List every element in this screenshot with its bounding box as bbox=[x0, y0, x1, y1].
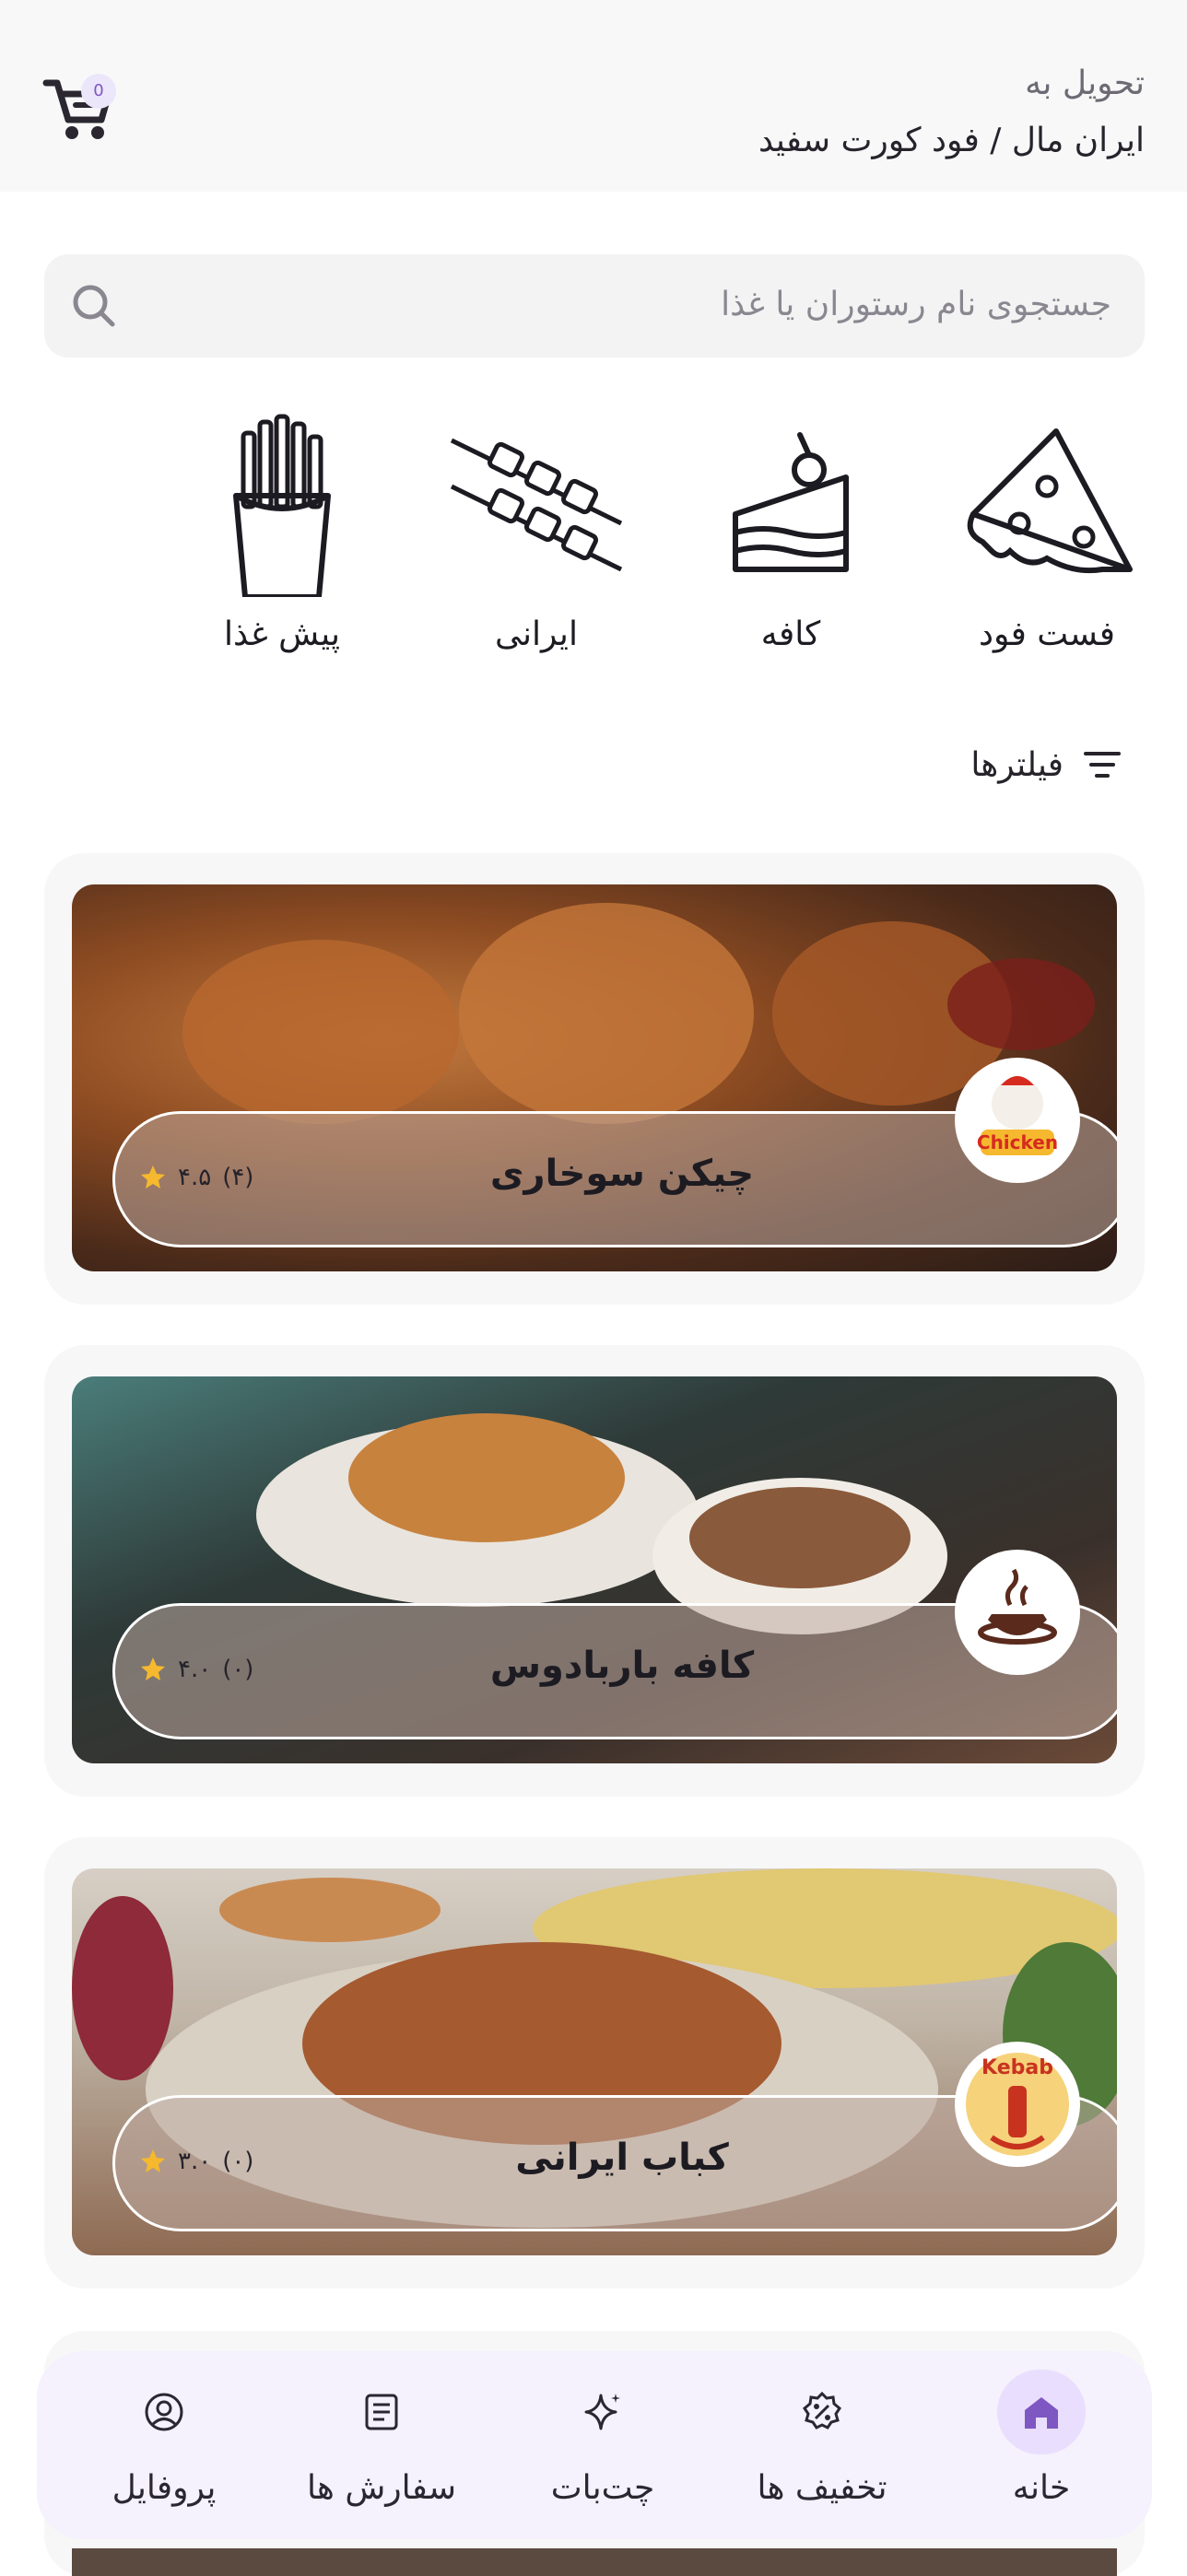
delivery-address[interactable]: ایران مال / فود کورت سفید bbox=[758, 122, 1145, 159]
cake-slice-icon bbox=[733, 432, 849, 572]
rating-value: ۳.۰ bbox=[178, 2148, 212, 2175]
filters-button[interactable]: فیلترها bbox=[970, 737, 1122, 792]
restaurant-card[interactable]: کافه باربادوس ۴.۰ (۰) bbox=[44, 1345, 1145, 1797]
category-label: ایرانی bbox=[495, 615, 578, 653]
deliver-to-label: تحویل به bbox=[1025, 64, 1145, 102]
restaurant-logo-text: Kebab bbox=[981, 2056, 1053, 2079]
category-fastfood[interactable]: فست فود bbox=[936, 413, 1158, 680]
rating: ۳.۰ (۰) bbox=[139, 2148, 253, 2175]
filter-icon bbox=[1084, 752, 1121, 778]
rating-count: (۴) bbox=[222, 1164, 254, 1191]
cart-count-badge: 0 bbox=[81, 74, 116, 109]
restaurant-photo: کباب ایرانی ۳.۰ (۰) Kebab bbox=[72, 1868, 1117, 2255]
restaurant-photo: کافه باربادوس ۴.۰ (۰) bbox=[72, 1376, 1117, 1763]
nav-label: سفارش ها bbox=[306, 2469, 457, 2507]
home-icon bbox=[1025, 2397, 1058, 2429]
home-icon-highlight bbox=[997, 2370, 1086, 2454]
search-icon[interactable] bbox=[68, 280, 120, 332]
rating-value: ۴.۵ bbox=[178, 1164, 212, 1191]
kebab-skewer-icon bbox=[450, 438, 623, 572]
restaurant-logo bbox=[955, 1550, 1080, 1675]
search-bar[interactable]: جستجوی نام رستوران یا غذا bbox=[44, 254, 1145, 357]
restaurant-card[interactable]: کباب ایرانی ۳.۰ (۰) Kebab bbox=[44, 1837, 1145, 2289]
nav-profile[interactable]: پروفایل bbox=[53, 2351, 275, 2539]
nav-chatbot[interactable]: چت‌بات bbox=[492, 2351, 713, 2539]
category-appetizer[interactable]: پیش غذا bbox=[171, 413, 393, 680]
restaurant-card[interactable]: چیکن سوخاری ۴.۵ (۴) Chicken bbox=[44, 853, 1145, 1305]
filters-label: فیلترها bbox=[970, 745, 1064, 784]
restaurant-photo bbox=[72, 2548, 1117, 2576]
rating-count: (۰) bbox=[222, 2148, 254, 2175]
category-label: فست فود bbox=[979, 615, 1115, 653]
category-iranian[interactable]: ایرانی bbox=[426, 413, 647, 680]
nav-orders[interactable]: سفارش ها bbox=[271, 2351, 492, 2539]
star-icon bbox=[141, 2149, 165, 2172]
bottom-navigation: خانه تخفیف ها چت‌بات سفارش ها bbox=[37, 2351, 1152, 2539]
nav-home[interactable]: خانه bbox=[931, 2351, 1152, 2539]
restaurant-photo: چیکن سوخاری ۴.۵ (۴) Chicken bbox=[72, 884, 1117, 1271]
restaurant-logo: Kebab bbox=[955, 2042, 1080, 2167]
category-label: پیش غذا bbox=[224, 615, 340, 653]
rating-value: ۴.۰ bbox=[178, 1656, 212, 1683]
sparkle-icon bbox=[584, 2394, 620, 2430]
orders-icon bbox=[365, 2394, 398, 2430]
rating: ۴.۰ (۰) bbox=[139, 1656, 253, 1683]
discount-icon bbox=[803, 2391, 841, 2430]
header: تحویل به ایران مال / فود کورت سفید 0 bbox=[0, 0, 1187, 192]
french-fries-icon bbox=[233, 414, 331, 597]
category-cafe[interactable]: کافه bbox=[680, 413, 901, 680]
restaurant-name: کباب ایرانی bbox=[515, 2137, 729, 2179]
nav-label: چت‌بات bbox=[550, 2469, 655, 2507]
category-label: کافه bbox=[760, 615, 821, 653]
profile-icon bbox=[145, 2393, 183, 2431]
restaurant-logo: Chicken bbox=[955, 1058, 1080, 1183]
nav-label: تخفیف ها bbox=[757, 2469, 887, 2507]
star-icon bbox=[141, 1165, 165, 1188]
restaurant-name: چیکن سوخاری bbox=[489, 1153, 755, 1195]
star-icon bbox=[141, 1657, 165, 1680]
restaurant-logo-text: Chicken bbox=[976, 1131, 1059, 1153]
search-input[interactable]: جستجوی نام رستوران یا غذا bbox=[721, 286, 1111, 323]
rating-count: (۰) bbox=[222, 1656, 254, 1683]
nav-label: خانه bbox=[1012, 2469, 1071, 2507]
nav-discounts[interactable]: تخفیف ها bbox=[711, 2351, 933, 2539]
rating: ۴.۵ (۴) bbox=[139, 1164, 253, 1191]
restaurant-name: کافه باربادوس bbox=[489, 1645, 755, 1687]
nav-label: پروفایل bbox=[112, 2469, 217, 2507]
pizza-slice-icon bbox=[967, 428, 1133, 574]
